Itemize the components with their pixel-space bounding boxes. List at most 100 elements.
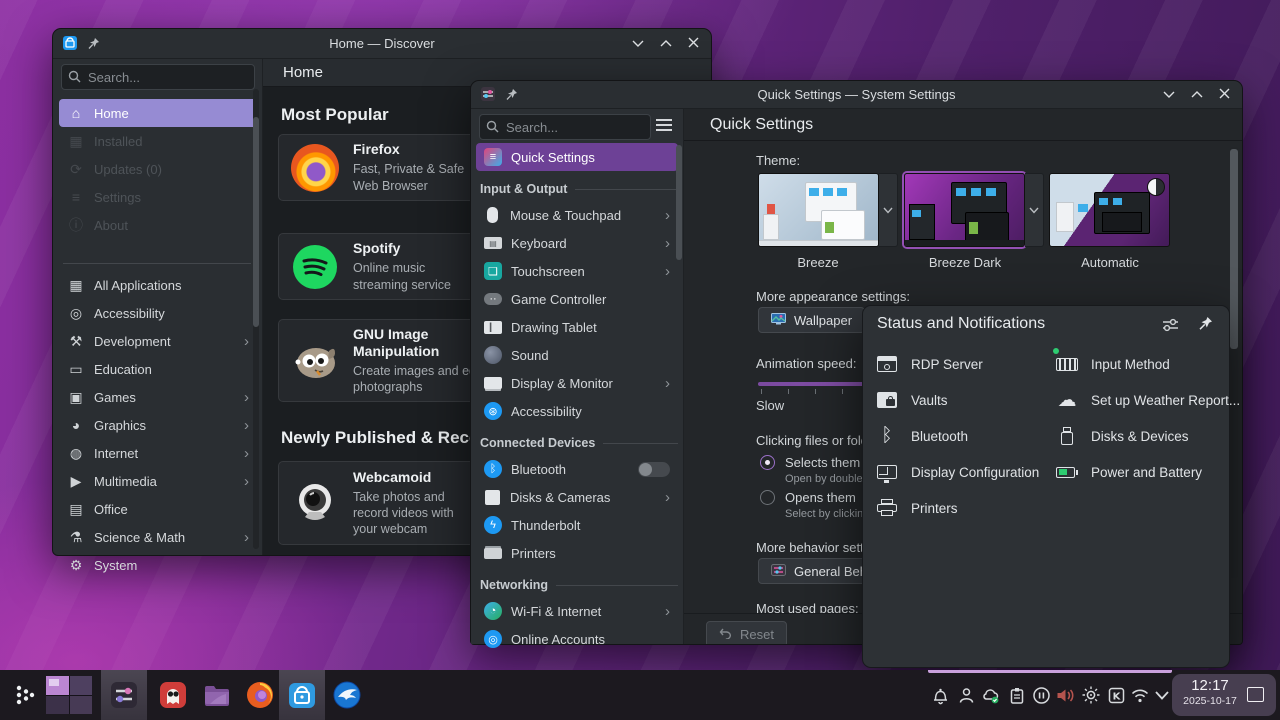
radio-opens-them[interactable]: Opens them [760, 490, 856, 505]
bluetooth-toggle[interactable] [638, 462, 670, 477]
settings-titlebar[interactable]: Quick Settings — System Settings [471, 81, 1242, 109]
clock-time: 12:17 [1180, 678, 1240, 695]
theme-name-breeze-dark: Breeze Dark [895, 255, 1035, 270]
reset-button[interactable]: Reset [706, 621, 787, 644]
cloud-status-icon[interactable] [981, 685, 1001, 705]
sidebar-item-about[interactable]: ⓘAbout [59, 211, 257, 239]
minimize-icon[interactable] [1163, 90, 1175, 98]
status-item-printers[interactable]: Printers [875, 490, 1051, 526]
status-item-input-method[interactable]: Input Method [1055, 346, 1227, 382]
sidebar-item-quick-settings[interactable]: ≡ Quick Settings [476, 143, 678, 171]
quick-settings-icon: ≡ [484, 148, 502, 166]
show-desktop-icon[interactable] [1247, 687, 1264, 702]
configure-icon[interactable] [1162, 318, 1179, 337]
sidebar-item-settings[interactable]: ≡Settings [59, 183, 257, 211]
sidebar-item-display-monitor[interactable]: Display & Monitor› [476, 369, 678, 397]
category-accessibility[interactable]: ◎Accessibility [59, 299, 257, 327]
sidebar-item-touchscreen[interactable]: ❏Touchscreen› [476, 257, 678, 285]
task-ghostwriter[interactable] [150, 670, 196, 720]
sidebar-item-updates[interactable]: ⟳Updates (0) [59, 155, 257, 183]
category-education[interactable]: ▭Education [59, 355, 257, 383]
keyboard-indicator-icon[interactable]: K [1106, 685, 1126, 705]
minimize-icon[interactable] [632, 39, 644, 47]
category-graphics[interactable]: ◕Graphics› [59, 411, 257, 439]
breeze-dark-options-chevron[interactable] [1025, 173, 1044, 247]
status-item-vaults[interactable]: Vaults [875, 382, 1051, 418]
radio-selects-them[interactable]: Selects them [760, 455, 860, 470]
maximize-icon[interactable] [1191, 90, 1203, 98]
category-office[interactable]: ▤Office [59, 495, 257, 523]
sidebar-item-disks-cameras[interactable]: Disks & Cameras› [476, 483, 678, 511]
sidebar-item-printers[interactable]: Printers [476, 539, 678, 567]
theme-preview-breeze-dark[interactable] [904, 173, 1025, 247]
category-system[interactable]: ⚙System [59, 551, 257, 579]
discover-sidebar-scrollbar[interactable] [253, 89, 259, 549]
pin-icon[interactable] [1198, 316, 1213, 336]
hamburger-menu-icon[interactable] [655, 118, 673, 137]
user-switcher-icon[interactable] [956, 685, 976, 705]
category-science-math[interactable]: ⚗Science & Math› [59, 523, 257, 551]
status-item-power-battery[interactable]: Power and Battery [1055, 454, 1227, 490]
expand-tray-chevron-icon[interactable] [1152, 685, 1172, 705]
sidebar-item-wifi-internet[interactable]: ◔Wi-Fi & Internet› [476, 597, 678, 625]
sidebar-item-home[interactable]: ⌂Home [59, 99, 257, 127]
installed-icon: ▦ [67, 133, 85, 150]
status-item-display-configuration[interactable]: Display Configuration [875, 454, 1051, 490]
close-icon[interactable] [688, 37, 699, 48]
desktop: Home — Discover ⌂Home ▦Installed ⟳Update… [0, 0, 1280, 720]
clipboard-icon[interactable] [1007, 685, 1027, 705]
discover-titlebar[interactable]: Home — Discover [53, 29, 711, 59]
settings-sidebar-scrollbar[interactable] [676, 145, 682, 445]
sidebar-item-keyboard[interactable]: ▤Keyboard› [476, 229, 678, 257]
category-all-applications[interactable]: ▦All Applications [59, 271, 257, 299]
virtual-desktop-pager[interactable] [46, 676, 92, 714]
sidebar-item-installed[interactable]: ▦Installed [59, 127, 257, 155]
webcamoid-icon [291, 479, 339, 527]
accessibility-icon: ◎ [67, 305, 85, 322]
wallpaper-button[interactable]: Wallpaper [758, 307, 865, 333]
status-item-disks-devices[interactable]: Disks & Devices [1055, 418, 1227, 454]
sidebar-item-sound[interactable]: Sound [476, 341, 678, 369]
media-player-pause-icon[interactable] [1031, 685, 1051, 705]
theme-preview-breeze[interactable] [758, 173, 879, 247]
sidebar-item-mouse-touchpad[interactable]: Mouse & Touchpad› [476, 201, 678, 229]
app-launcher-icon[interactable] [14, 683, 38, 712]
development-icon: ⚒ [67, 333, 85, 350]
settings-search-input[interactable] [479, 114, 651, 140]
updates-icon: ⟳ [67, 161, 85, 178]
sidebar-item-drawing-tablet[interactable]: ▎Drawing Tablet [476, 313, 678, 341]
category-development[interactable]: ⚒Development› [59, 327, 257, 355]
sidebar-item-accessibility[interactable]: ⊛Accessibility [476, 397, 678, 425]
brightness-icon[interactable] [1081, 685, 1101, 705]
general-behavior-icon [771, 564, 786, 579]
theme-preview-automatic[interactable] [1049, 173, 1170, 247]
display-monitor-icon [484, 377, 502, 389]
notifications-icon[interactable] [930, 685, 950, 705]
discover-sidebar: ⌂Home ▦Installed ⟳Updates (0) ≡Settings … [53, 59, 263, 555]
sidebar-item-bluetooth[interactable]: ᛒBluetooth [476, 455, 678, 483]
task-falkon[interactable] [324, 670, 370, 720]
sidebar-item-game-controller[interactable]: ··Game Controller [476, 285, 678, 313]
sidebar-item-thunderbolt[interactable]: ϟThunderbolt [476, 511, 678, 539]
discover-search-input[interactable] [61, 64, 255, 90]
task-discover[interactable] [279, 670, 325, 720]
task-system-settings[interactable] [101, 670, 147, 720]
digital-clock[interactable]: 12:17 2025-10-17 [1180, 678, 1240, 707]
status-item-weather[interactable]: ☁ Set up Weather Report... [1055, 382, 1227, 418]
task-dolphin-file-manager[interactable] [194, 670, 240, 720]
settings-content-scrollbar[interactable] [1230, 147, 1238, 578]
category-multimedia[interactable]: ▶Multimedia› [59, 467, 257, 495]
audio-volume-icon[interactable] [1055, 685, 1075, 705]
sidebar-item-online-accounts[interactable]: ◎Online Accounts [476, 625, 678, 653]
task-firefox[interactable] [237, 670, 283, 720]
status-item-bluetooth[interactable]: ᛒ Bluetooth [875, 418, 1051, 454]
category-internet[interactable]: ◍Internet› [59, 439, 257, 467]
radio-icon [760, 455, 775, 470]
status-item-rdp-server[interactable]: RDP Server [875, 346, 1051, 382]
network-wifi-icon[interactable] [1130, 685, 1150, 705]
breeze-options-chevron[interactable] [879, 173, 898, 247]
category-games[interactable]: ▣Games› [59, 383, 257, 411]
close-icon[interactable] [1219, 88, 1230, 99]
maximize-icon[interactable] [660, 39, 672, 47]
graphics-icon: ◕ [67, 417, 85, 433]
